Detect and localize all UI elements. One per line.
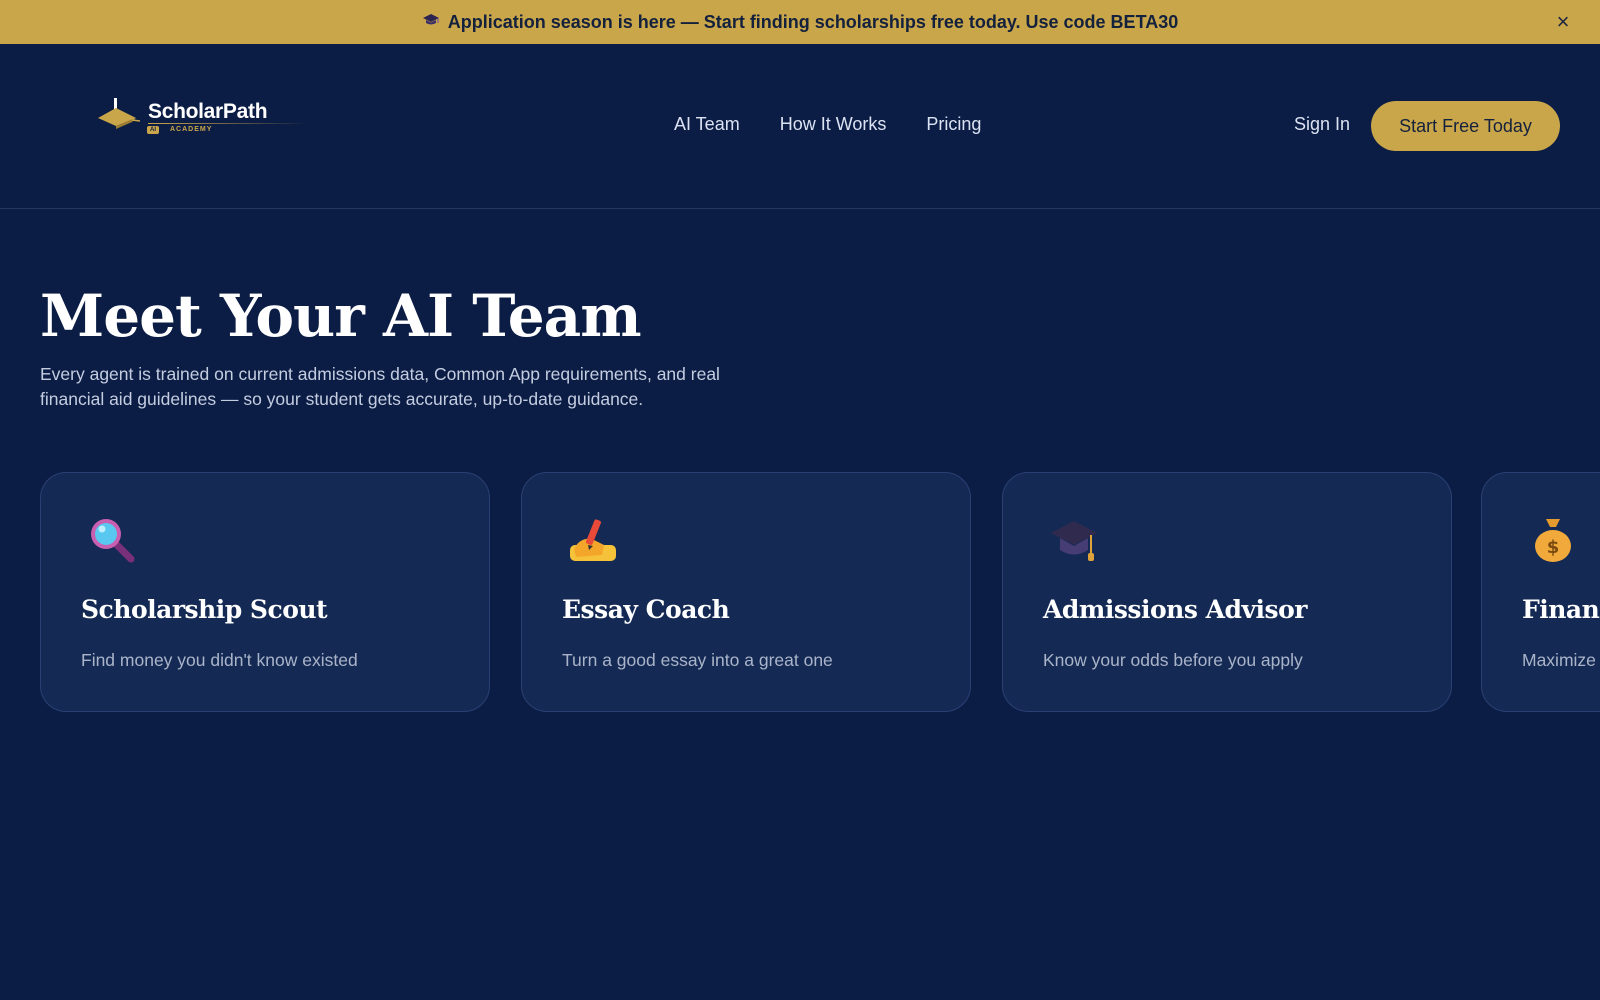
agent-card-essay-coach[interactable]: Essay Coach Turn a good essay into a gre…	[521, 472, 971, 712]
agent-title: Essay Coach	[562, 595, 730, 624]
agent-title: Financ	[1522, 595, 1600, 624]
agent-cards: Scholarship Scout Find money you didn't …	[40, 472, 1600, 712]
writing-hand-icon	[568, 515, 618, 565]
logo-ai-badge: AI	[147, 126, 159, 134]
svg-text:$: $	[1547, 537, 1560, 558]
logo-name: ScholarPath	[148, 100, 268, 123]
agent-description: Find money you didn't know existed	[81, 650, 358, 670]
nav-pricing[interactable]: Pricing	[926, 114, 981, 135]
logo-tagline: ACADEMY	[170, 126, 213, 133]
agent-description: Turn a good essay into a great one	[562, 650, 833, 670]
announcement-banner: Application season is here — Start findi…	[0, 0, 1600, 44]
agent-card-admissions-advisor[interactable]: Admissions Advisor Know your odds before…	[1002, 472, 1452, 712]
agent-description: Maximize	[1522, 650, 1596, 670]
banner-text: Application season is here — Start findi…	[447, 11, 1179, 32]
sign-in-link[interactable]: Sign In	[1294, 114, 1350, 135]
page-subtitle: Every agent is trained on current admiss…	[40, 364, 720, 409]
agent-card-scholarship-scout[interactable]: Scholarship Scout Find money you didn't …	[40, 472, 490, 712]
agent-title: Scholarship Scout	[81, 595, 328, 624]
graduation-cap-icon	[1049, 515, 1099, 565]
logo[interactable]: ScholarPath AI ACADEMY	[96, 96, 316, 142]
logo-underline	[148, 123, 308, 124]
site-header: ScholarPath AI ACADEMY AI Team How It Wo…	[0, 44, 1600, 209]
agent-description: Know your odds before you apply	[1043, 650, 1303, 670]
agent-title: Admissions Advisor	[1043, 595, 1307, 624]
nav-ai-team[interactable]: AI Team	[674, 114, 740, 135]
main-nav: AI Team How It Works Pricing	[674, 114, 981, 135]
start-free-button[interactable]: Start Free Today	[1371, 101, 1560, 151]
logo-mortarboard-icon	[98, 98, 141, 129]
graduation-cap-icon	[422, 13, 440, 31]
magnifying-glass-icon	[87, 515, 137, 565]
agent-card-financial[interactable]: $ Financ Maximize	[1481, 472, 1600, 712]
close-icon[interactable]: ×	[1552, 9, 1574, 34]
nav-how-it-works[interactable]: How It Works	[780, 114, 887, 135]
page-title: Meet Your AI Team	[40, 282, 642, 350]
money-bag-icon: $	[1528, 515, 1578, 565]
